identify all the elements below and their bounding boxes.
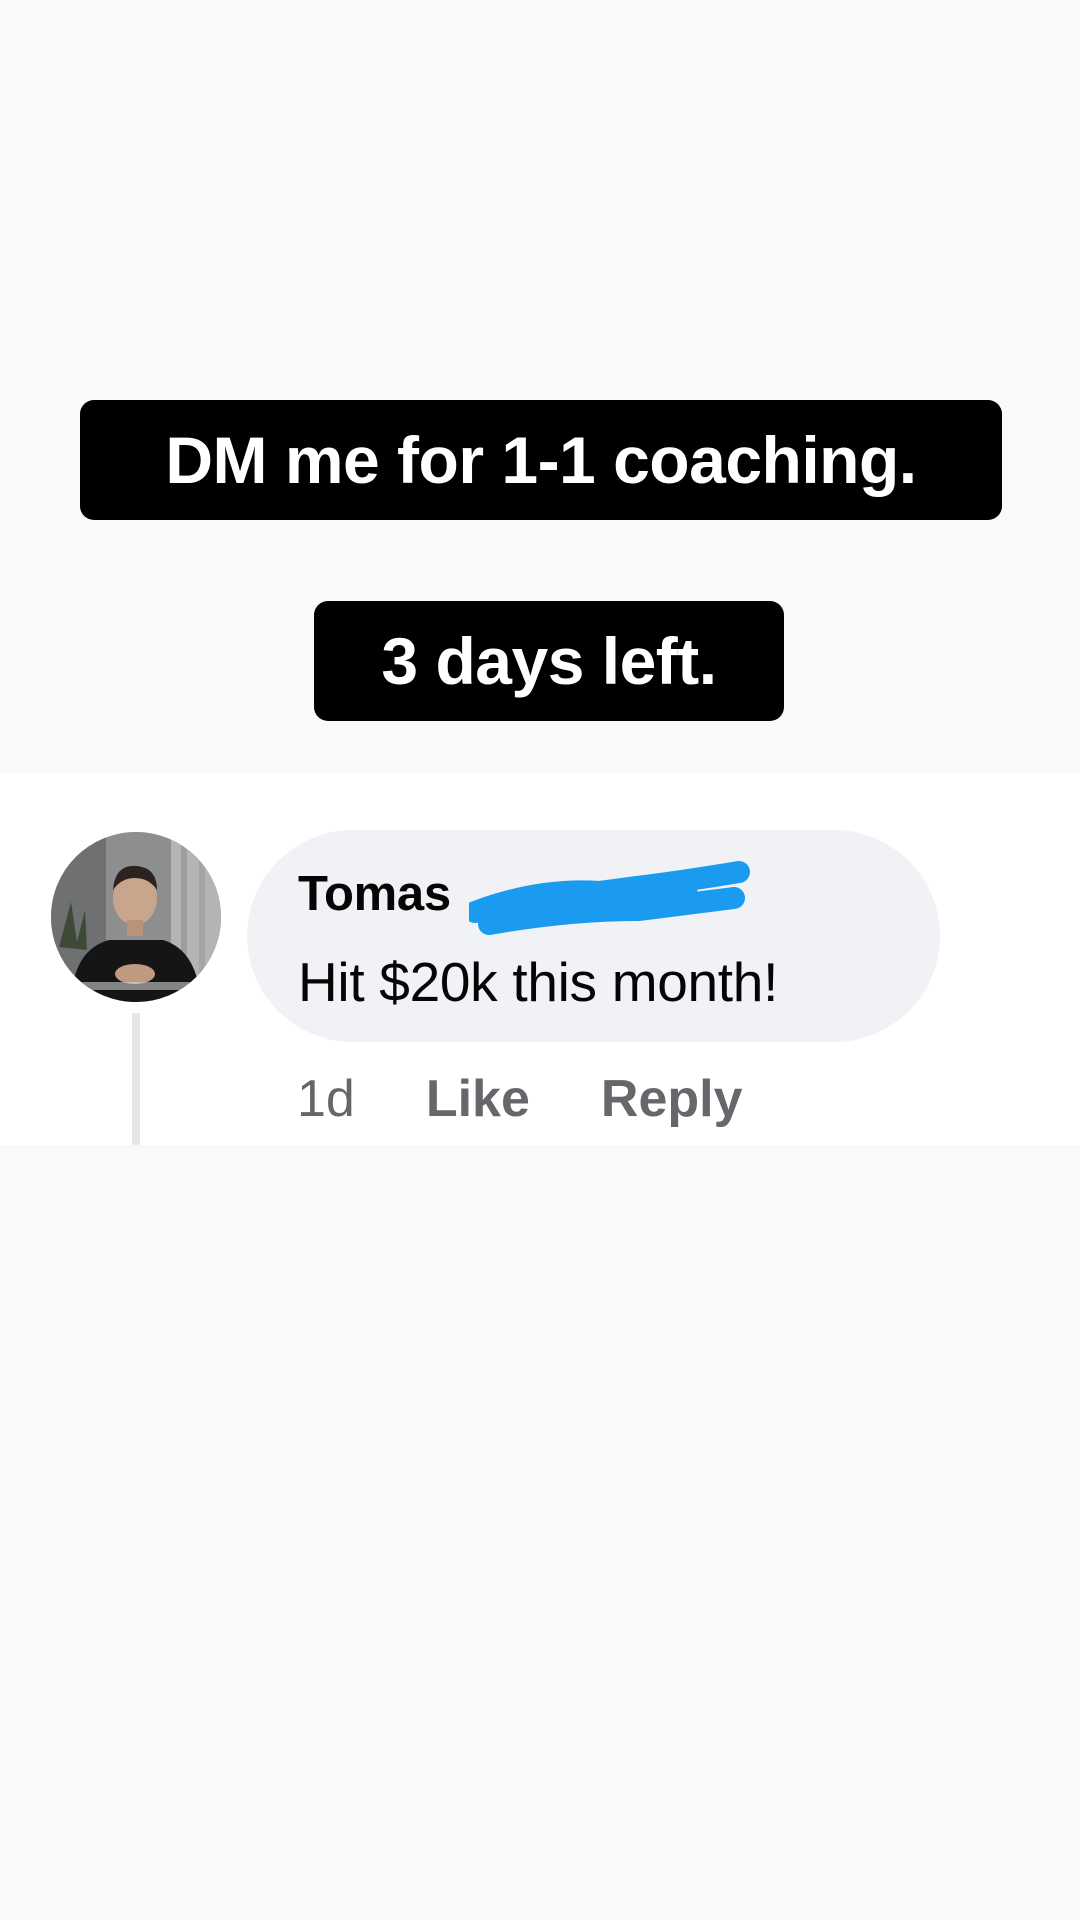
redaction-scribble-icon bbox=[469, 861, 750, 935]
caption-text-coaching: DM me for 1-1 coaching. bbox=[165, 423, 917, 497]
comment-screenshot: Tomas Hit $20k this month! 1d Like Reply bbox=[0, 773, 1080, 1145]
comment-text: Hit $20k this month! bbox=[298, 951, 779, 1013]
caption-banner-coaching: DM me for 1-1 coaching. bbox=[80, 400, 1002, 520]
reply-thread-line bbox=[132, 1013, 140, 1145]
comment-author-name[interactable]: Tomas bbox=[298, 866, 451, 922]
caption-banner-days-left: 3 days left. bbox=[314, 601, 784, 721]
avatar-photo-icon bbox=[51, 832, 221, 1002]
reply-button[interactable]: Reply bbox=[601, 1069, 743, 1129]
like-button[interactable]: Like bbox=[426, 1069, 530, 1129]
comment-timestamp: 1d bbox=[297, 1070, 355, 1128]
comment-actions: 1d Like Reply bbox=[297, 1069, 743, 1129]
comment-bubble: Tomas Hit $20k this month! bbox=[247, 830, 940, 1042]
avatar[interactable] bbox=[51, 832, 221, 1002]
story-canvas: DM me for 1-1 coaching. 3 days left. Tom… bbox=[0, 0, 1080, 1920]
caption-text-days-left: 3 days left. bbox=[381, 624, 717, 698]
